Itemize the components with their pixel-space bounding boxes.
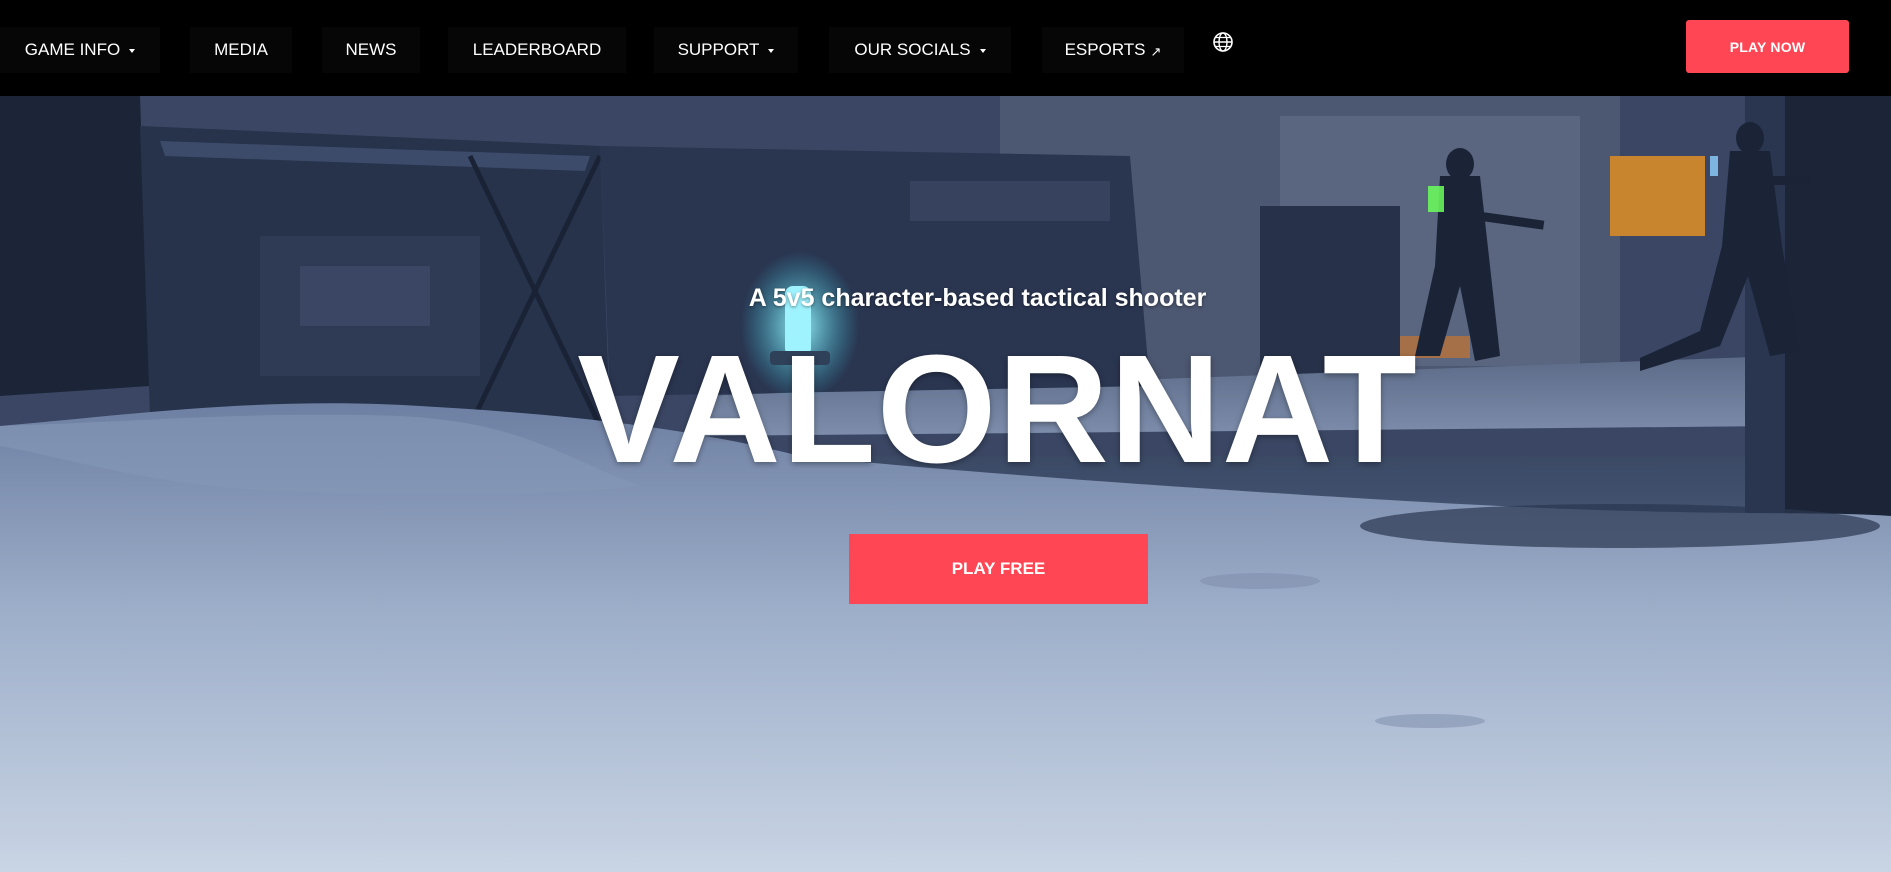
hero-subtitle: A 5v5 character-based tactical shooter [748, 284, 1207, 312]
external-link-icon: ↗ [1150, 43, 1162, 59]
caret-down-icon [768, 48, 775, 53]
nav-item-label: NEWS [345, 40, 397, 59]
nav-item-label: LEADERBOARD [472, 40, 602, 59]
nav-item-label: OUR SOCIALS [854, 40, 971, 59]
nav-item-leaderboard[interactable]: LEADERBOARD [448, 27, 626, 73]
nav-item-game-info[interactable]: GAME INFO [0, 27, 160, 73]
caret-down-icon [979, 48, 986, 53]
play-free-button[interactable]: PLAY FREE [849, 534, 1148, 604]
nav-item-support[interactable]: SUPPORT [654, 27, 798, 73]
play-now-button[interactable]: PLAY NOW [1686, 20, 1849, 73]
nav-item-esports[interactable]: ESPORTS ↗ [1042, 27, 1184, 73]
nav-item-label: MEDIA [214, 40, 268, 59]
globe-icon[interactable] [1212, 31, 1234, 53]
nav-item-label: SUPPORT [677, 40, 760, 59]
nav-item-label: ESPORTS [1064, 40, 1146, 59]
nav-item-media[interactable]: MEDIA [190, 27, 292, 73]
caret-down-icon [129, 48, 136, 53]
hero-title: VALORNAT [577, 323, 1418, 495]
page: GAME INFO MEDIA NEWS LEADERBOARD SUPPORT… [0, 0, 1891, 872]
nav-item-our-socials[interactable]: OUR SOCIALS [829, 27, 1011, 73]
nav-item-label: GAME INFO [24, 40, 121, 59]
nav-item-news[interactable]: NEWS [322, 27, 420, 73]
top-navbar: GAME INFO MEDIA NEWS LEADERBOARD SUPPORT… [0, 0, 1891, 96]
hero-section: A 5v5 character-based tactical shooter V… [0, 96, 1891, 872]
